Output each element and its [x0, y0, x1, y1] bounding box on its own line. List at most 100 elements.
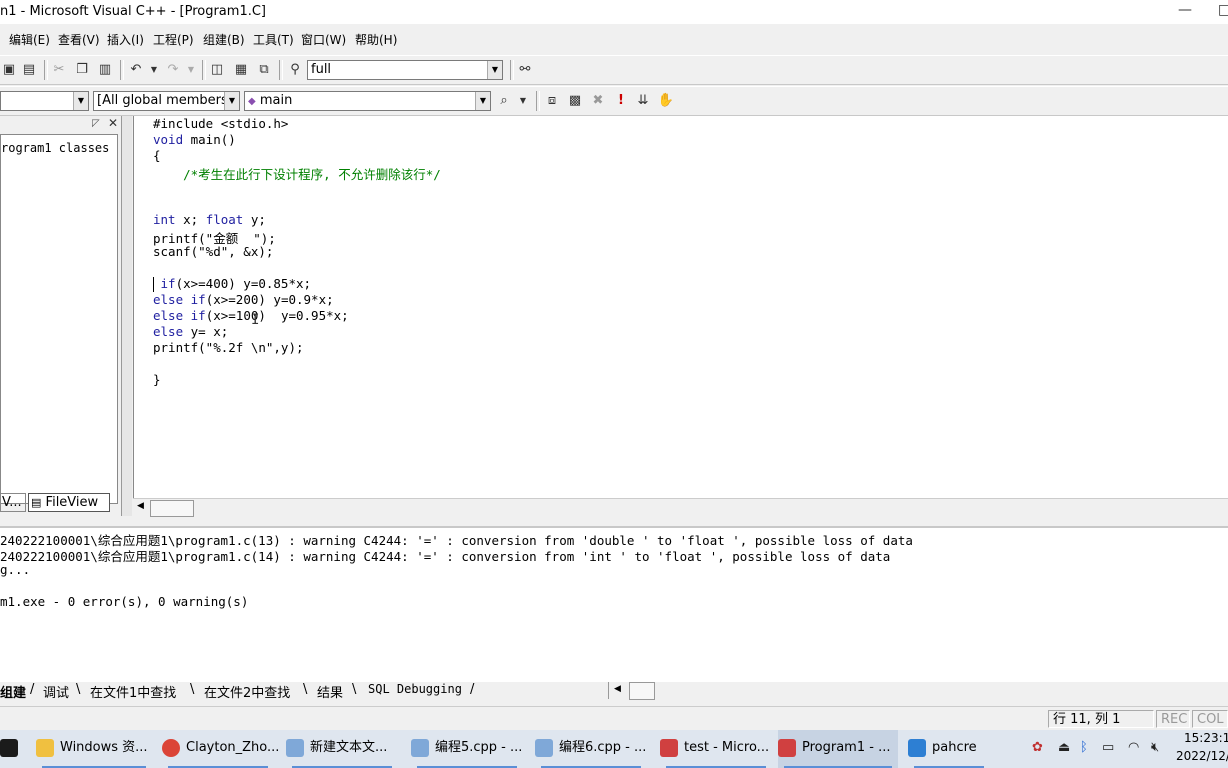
breakpoint-hand-icon[interactable]: ✋	[657, 92, 675, 110]
task-code6[interactable]: 编程6.cpp - ...	[535, 730, 647, 768]
chevron-down-icon[interactable]: ▼	[224, 92, 239, 110]
tab-find2[interactable]: 在文件2中查找	[204, 682, 290, 701]
minimize-button[interactable]: —	[1178, 2, 1192, 18]
task-code5[interactable]: 编程5.cpp - ...	[411, 730, 523, 768]
class-combo[interactable]: ▼	[0, 91, 89, 111]
menu-bar: 编辑(E) 查看(V) 插入(I) 工程(P) 组建(B) 工具(T) 窗口(W…	[0, 28, 1228, 50]
redo-dropdown-icon[interactable]: ▼	[182, 61, 200, 79]
usb-icon[interactable]: ⏏	[1058, 740, 1070, 755]
volume-mute-icon[interactable]: 🔇︎	[1151, 740, 1159, 755]
menu-build[interactable]: 组建(B)	[203, 31, 245, 48]
wizard-action-icon[interactable]: ⌕	[495, 92, 513, 110]
members-combo[interactable]: [All global members ▼	[93, 91, 240, 111]
undo-icon[interactable]: ↶	[127, 61, 145, 79]
task-pahcre[interactable]: pahcre	[908, 730, 990, 768]
task-program1-vc[interactable]: Program1 - ...	[778, 730, 898, 768]
tab-find1[interactable]: 在文件1中查找	[90, 682, 176, 701]
undo-dropdown-icon[interactable]: ▼	[145, 61, 163, 79]
restore-button[interactable]: □	[1218, 2, 1228, 18]
compile-icon[interactable]: ⧈	[543, 92, 561, 110]
close-icon[interactable]: ✕	[108, 116, 118, 130]
chevron-down-icon[interactable]: ▼	[475, 92, 490, 110]
task-explorer[interactable]: Windows 资...	[36, 730, 152, 768]
pane-scroll-icon[interactable]: ◸	[92, 118, 100, 129]
find-icon[interactable]: ⚯	[516, 61, 534, 79]
code-line: void main()	[153, 132, 236, 147]
tray-app-icon[interactable]: ✿	[1032, 740, 1043, 755]
redo-icon[interactable]: ↷	[164, 61, 182, 79]
wizard-dropdown-icon[interactable]: ▼	[514, 92, 532, 110]
menu-tools[interactable]: 工具(T)	[253, 31, 294, 48]
wifi-icon[interactable]: ◠	[1128, 740, 1139, 755]
battery-icon[interactable]: ▭	[1102, 740, 1114, 755]
task-test-vc[interactable]: test - Micro...	[660, 730, 772, 768]
find-in-files-icon[interactable]: ⚲	[286, 61, 304, 79]
keyword: if	[190, 292, 206, 307]
tab-classview-label: V...	[2, 495, 22, 510]
build-icon[interactable]: ▩	[566, 92, 584, 110]
output-line: m1.exe - 0 error(s), 0 warning(s)	[0, 594, 249, 609]
chevron-down-icon[interactable]: ▼	[73, 92, 88, 110]
tab-build[interactable]: 组建	[0, 682, 26, 701]
bluetooth-icon[interactable]: ᛒ	[1080, 740, 1088, 755]
execute-icon[interactable]: !	[612, 92, 630, 110]
menu-view[interactable]: 查看(V)	[58, 31, 100, 48]
output-window[interactable]: 240222100001\综合应用题1\program1.c(13) : war…	[0, 526, 1228, 682]
copy-icon[interactable]: ❐	[73, 61, 91, 79]
task-chrome[interactable]: Clayton_Zho...	[162, 730, 279, 768]
save-icon[interactable]: ▣	[0, 61, 18, 79]
clock-time[interactable]: 15:23:10	[1184, 731, 1228, 745]
menu-edit[interactable]: 编辑(E)	[9, 31, 50, 48]
terminal-icon	[0, 738, 18, 757]
window-title: n1 - Microsoft Visual C++ - [Program1.C]	[0, 4, 266, 19]
keyword: int	[153, 212, 176, 227]
menu-help[interactable]: 帮助(H)	[355, 31, 397, 48]
scroll-thumb[interactable]	[150, 500, 194, 517]
tab-fileview[interactable]: ▤ FileView	[28, 493, 110, 512]
output-window-icon[interactable]: ▦	[232, 61, 250, 79]
save-all-icon[interactable]: ▤	[20, 61, 38, 79]
find-combo[interactable]: full ▼	[307, 60, 503, 80]
go-icon[interactable]: ⇊	[634, 92, 652, 110]
scroll-left-icon[interactable]: ◀	[614, 684, 621, 694]
function-icon: ◆	[248, 96, 256, 107]
tree-root[interactable]: rogram1 classes	[1, 141, 109, 155]
tab-classview[interactable]: V...	[0, 493, 26, 512]
tab-debug[interactable]: 调试	[43, 682, 69, 701]
menu-window[interactable]: 窗口(W)	[301, 31, 346, 48]
toolbar-separator	[120, 60, 124, 80]
code-line: int x; float y;	[153, 212, 266, 227]
tab-separator: \	[352, 682, 357, 697]
task-terminal[interactable]	[0, 730, 22, 768]
tab-separator: \	[76, 682, 81, 697]
code-editor[interactable]: #include <stdio.h> void main() { /*考生在此行…	[133, 116, 1228, 498]
keyword: else	[153, 324, 184, 339]
toolbar-separator	[44, 60, 48, 80]
workspace-pane: ◸ ✕ rogram1 classes V... ▤ FileView	[0, 116, 122, 516]
class-tree[interactable]: rogram1 classes	[0, 134, 118, 504]
paste-icon[interactable]: ▥	[96, 61, 114, 79]
chevron-down-icon[interactable]: ▼	[487, 61, 502, 79]
function-combo[interactable]: ◆ main ▼	[244, 91, 491, 111]
notepad-icon	[411, 738, 429, 757]
cut-icon[interactable]: ✂	[50, 61, 68, 79]
menu-project[interactable]: 工程(P)	[153, 31, 194, 48]
window-list-icon[interactable]: ⧉	[255, 61, 273, 79]
menu-insert[interactable]: 插入(I)	[107, 31, 144, 48]
code-comment: /*考生在此行下设计程序, 不允许删除该行*/	[153, 167, 441, 182]
splitter[interactable]	[122, 116, 132, 516]
scroll-left-icon[interactable]: ◀	[137, 501, 144, 511]
task-notepad[interactable]: 新建文本文...	[286, 730, 398, 768]
tab-sql-debugging[interactable]: SQL Debugging	[368, 682, 462, 696]
stop-build-icon[interactable]: ✖	[589, 92, 607, 110]
editor-horizontal-scrollbar[interactable]: ◀	[133, 498, 1228, 517]
workspace-icon[interactable]: ◫	[208, 61, 226, 79]
visual-cpp-icon	[778, 738, 796, 757]
clock-date[interactable]: 2022/12/	[1176, 749, 1228, 763]
i-beam-cursor-icon: I	[251, 312, 260, 328]
tab-results[interactable]: 结果	[317, 682, 343, 701]
tab-scroll-thumb[interactable]	[629, 682, 655, 700]
code-line: if(x>=400) y=0.85*x;	[153, 276, 312, 291]
taskbar: Windows 资... Clayton_Zho... 新建文本文... 编程5…	[0, 730, 1228, 768]
code-line: else if(x>=200) y=0.9*x;	[153, 292, 334, 307]
